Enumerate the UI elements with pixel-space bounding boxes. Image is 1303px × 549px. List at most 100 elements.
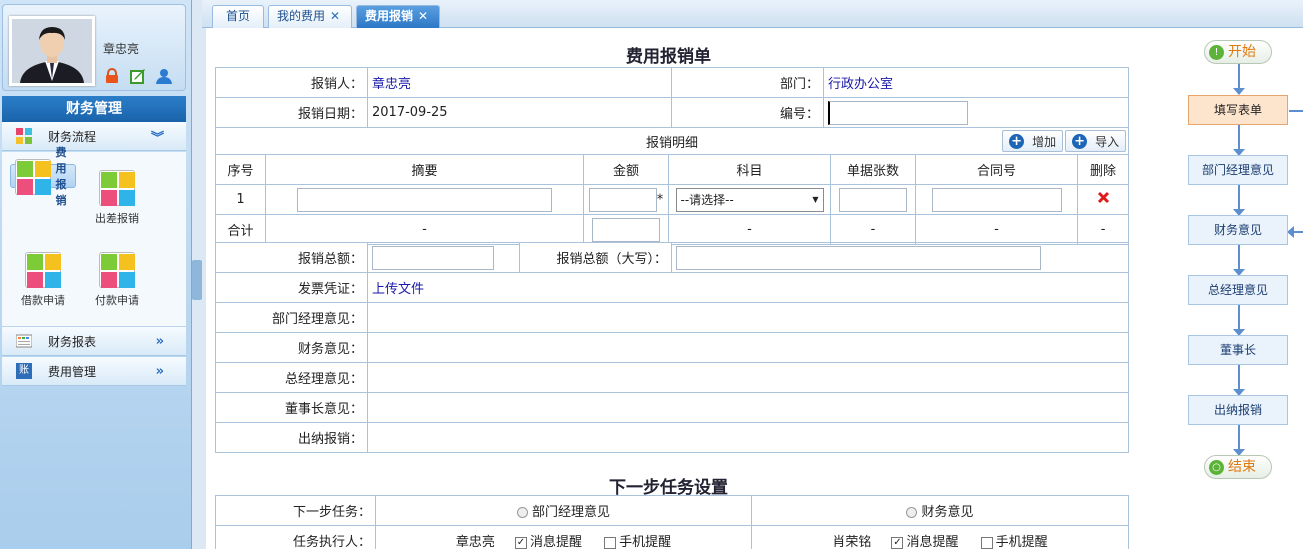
column-header: 删除	[1076, 154, 1130, 185]
user-icon[interactable]	[155, 67, 173, 85]
checkbox-checked[interactable]: ✓	[514, 536, 527, 549]
executor-cell: 肖荣铭 ✓ 消息提醒 手机提醒	[751, 525, 1129, 549]
menu-label: 财务流程	[48, 129, 97, 144]
contract-number-input[interactable]	[931, 187, 1062, 212]
chevron-right-icon: »	[155, 363, 164, 379]
edit-icon[interactable]	[129, 67, 147, 85]
amount-input[interactable]	[588, 187, 657, 212]
dept-manager-opinion	[367, 302, 1129, 333]
applicant-value: 章忠亮	[367, 67, 672, 98]
chevron-right-icon: »	[155, 333, 164, 349]
close-icon[interactable]: ✕	[418, 9, 428, 23]
menu-finance-reports[interactable]: 财务报表 »	[2, 327, 186, 356]
tile-payment-application[interactable]: 付款申请	[84, 246, 150, 312]
sum-input[interactable]	[372, 245, 494, 270]
tab-label: 我的费用	[277, 9, 326, 23]
add-button[interactable]: + 增加	[1002, 130, 1064, 152]
checkbox-checked[interactable]: ✓	[891, 536, 904, 549]
tile-label: 付款申请	[95, 294, 139, 307]
tile-label: 借款申请	[21, 294, 65, 307]
tab-label: 费用报销	[365, 9, 414, 23]
applicant-label: 报销人：	[215, 67, 368, 98]
tab-my-expenses[interactable]: 我的费用 ✕	[268, 5, 352, 28]
expense-detail-table: 报销明细 + 增加 + 导入 序号 摘要 金额 科目 单据张数 合同号 删除 1 * …	[214, 127, 1130, 245]
flow-step-finance[interactable]: 财务意见	[1188, 215, 1288, 245]
checkbox-label: 手机提醒	[619, 535, 672, 549]
total-receipts: -	[830, 214, 916, 245]
opinion-label: 部门经理意见：	[215, 302, 368, 333]
summary-input[interactable]	[297, 187, 552, 212]
workflow-diagram: ! 开始 填写表单 部门经理意见 财务意见 总经理意见 董事长 出纳报销 ○ 结束	[1186, 28, 1303, 549]
avatar	[9, 16, 95, 86]
process-icon	[16, 128, 32, 144]
date-value: 2017-09-25	[367, 97, 672, 128]
username: 章忠亮	[103, 42, 140, 56]
menu-finance-process[interactable]: 财务流程 ︾	[2, 122, 186, 151]
total-label: 合计	[215, 214, 266, 245]
checkbox[interactable]	[980, 536, 993, 549]
detail-section-label: 报销明细	[646, 135, 699, 151]
column-header: 金额	[583, 154, 669, 185]
executor-name: 章忠亮	[455, 535, 495, 549]
tile-travel-reimbursement[interactable]: 出差报销	[84, 164, 150, 230]
tiles-icon	[25, 252, 61, 288]
user-profile-panel: 章忠亮	[2, 4, 186, 91]
executor-name: 肖荣铭	[832, 535, 872, 549]
column-header: 单据张数	[830, 154, 916, 185]
opinion-label: 总经理意见：	[215, 362, 368, 393]
menu-expense-management[interactable]: 账 费用管理 »	[2, 357, 186, 386]
tab-home[interactable]: 首页	[212, 5, 264, 28]
plus-icon: +	[1009, 133, 1025, 149]
flow-start-label: 开始	[1228, 44, 1256, 60]
expense-form-header: 报销人： 章忠亮 部门： 行政办公室 报销日期： 2017-09-25 编号：	[215, 67, 1129, 128]
total-subject: -	[668, 214, 831, 245]
radio-button[interactable]	[906, 507, 918, 518]
add-button-label: 增加	[1032, 134, 1057, 149]
opinion-label: 董事长意见：	[215, 392, 368, 423]
finance-opinion	[367, 332, 1129, 363]
flow-step-gm[interactable]: 总经理意见	[1188, 275, 1288, 305]
next-step-table: 下一步任务： 部门经理意见 财务意见 任务执行人： 章忠亮 ✓ 消息提醒 手机提醒…	[215, 495, 1129, 549]
option-label: 部门经理意见	[531, 505, 610, 520]
flow-step-dept-manager[interactable]: 部门经理意见	[1188, 155, 1288, 185]
tile-loan-application[interactable]: 借款申请	[10, 246, 76, 312]
tiles-icon	[99, 170, 135, 206]
column-header: 摘要	[265, 154, 584, 185]
start-icon: !	[1209, 44, 1224, 60]
invoice-label: 发票凭证：	[215, 272, 368, 303]
flow-step-cashier[interactable]: 出纳报销	[1188, 395, 1288, 425]
sidebar: 章忠亮 财务管理 财务流程 ︾ 费用报销 出差报销 借款申请 付款申请 财务报表…	[0, 0, 192, 549]
sidebar-collapse-handle[interactable]	[192, 260, 202, 300]
upload-file-link[interactable]: 上传文件	[367, 272, 1129, 303]
delete-icon[interactable]	[1097, 191, 1110, 208]
form-title: 费用报销单	[626, 47, 711, 67]
flow-step-fill-form[interactable]: 填写表单	[1188, 95, 1288, 125]
process-tiles: 费用报销 出差报销 借款申请 付款申请	[2, 146, 186, 326]
close-icon[interactable]: ✕	[330, 9, 340, 23]
tile-label: 费用报销	[55, 146, 67, 207]
chairman-opinion	[367, 392, 1129, 423]
lock-icon[interactable]	[103, 67, 121, 85]
number-input[interactable]	[828, 100, 968, 125]
tile-label: 出差报销	[95, 212, 139, 225]
tab-bar: 首页 我的费用 ✕ 费用报销 ✕	[202, 0, 1303, 28]
chevron-down-icon: ︾	[150, 130, 164, 146]
tile-expense-reimbursement[interactable]: 费用报销	[10, 146, 76, 207]
checkbox-label: 消息提醒	[906, 535, 959, 549]
option-dept-manager[interactable]: 部门经理意见	[375, 495, 752, 526]
radio-button[interactable]	[516, 507, 528, 518]
flow-step-chairman[interactable]: 董事长	[1188, 335, 1288, 365]
menu-label: 财务报表	[48, 334, 97, 349]
tab-expense-reimbursement[interactable]: 费用报销 ✕	[356, 5, 440, 28]
total-amount-input[interactable]	[592, 217, 660, 242]
subject-select[interactable]: --请选择-- ▼	[675, 187, 824, 212]
department-value: 行政办公室	[823, 67, 1129, 98]
receipt-count-input[interactable]	[839, 187, 907, 212]
department-label: 部门：	[671, 67, 824, 98]
import-button[interactable]: + 导入	[1065, 130, 1127, 152]
sum-upper-input[interactable]	[676, 245, 1041, 270]
opinion-label: 出纳报销：	[215, 422, 368, 453]
option-finance[interactable]: 财务意见	[751, 495, 1129, 526]
checkbox[interactable]	[604, 536, 617, 549]
dropdown-arrow-icon: ▼	[812, 195, 819, 204]
